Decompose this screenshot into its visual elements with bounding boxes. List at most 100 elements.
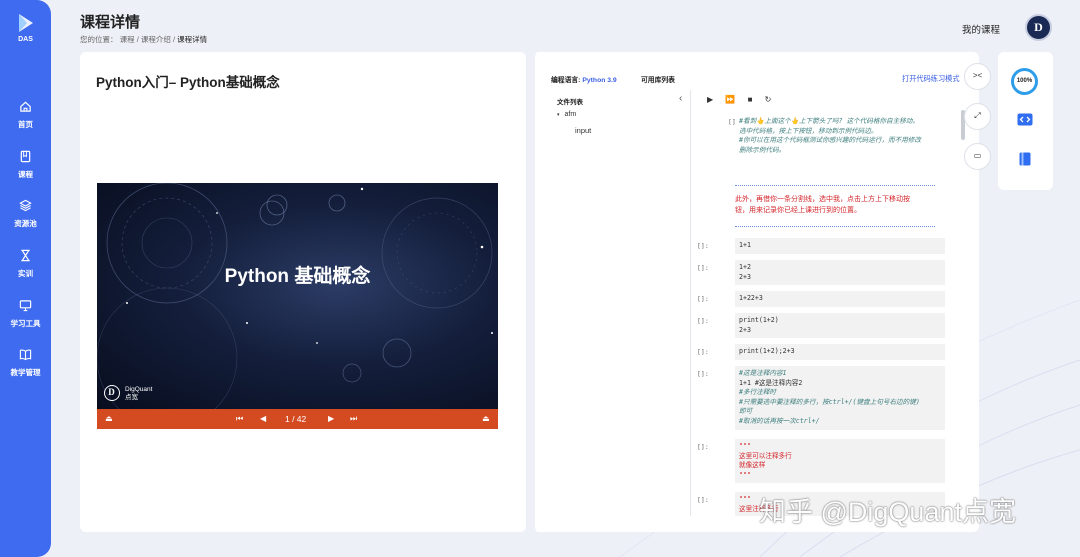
file-item-input[interactable]: input: [575, 126, 591, 135]
sidebar-item-tools[interactable]: 学习工具: [0, 299, 51, 329]
slide-background-art: [97, 183, 493, 409]
cell-prompt: []:: [697, 295, 709, 303]
slides-icon: ▭: [973, 151, 982, 160]
file-item-afm[interactable]: ▾ afm: [557, 111, 576, 118]
sidebar-item-home[interactable]: 首页: [0, 100, 51, 130]
progress-ring: 100%: [1011, 68, 1038, 95]
notebook-panel: 编程语言: Python 3.9 可用库列表 打开代码练习模式 文件列表 ‹ ▾…: [532, 52, 979, 532]
page-title: 课程详情: [80, 14, 141, 31]
divider-line: [735, 226, 935, 227]
lesson-panel: Python入门– Python基础概念 Python 基础概念 D DigQu…: [80, 52, 526, 532]
page-indicator: 1 / 42: [285, 414, 307, 424]
sidebar-item-resources[interactable]: 资源池: [0, 199, 51, 229]
brand-text: DigQuant 点宽: [125, 386, 152, 402]
code-cell[interactable]: print(1+2);2+3: [735, 344, 945, 360]
code-cell[interactable]: #这是注释内容1 1+1 #这是注释内容2 #多行注释时 #只需要选中要注释的多…: [735, 366, 945, 430]
sidebar-item-label: 学习工具: [10, 319, 41, 328]
prev-page-icon[interactable]: ◀: [260, 414, 266, 423]
last-page-icon[interactable]: ⏭: [350, 414, 357, 424]
cell-prompt: []:: [697, 317, 709, 325]
cell-prompt: []:: [697, 348, 709, 356]
sidebar-item-course[interactable]: 课程: [0, 150, 51, 180]
code-cell[interactable]: 1+22+3: [735, 291, 945, 307]
breadcrumb-item-intro[interactable]: 课程介绍: [141, 35, 171, 44]
layers-icon: [19, 199, 32, 212]
download-icon[interactable]: ⏏: [105, 414, 113, 423]
slide-toggle-button[interactable]: ▭: [964, 143, 991, 170]
watermark-text: 知乎 @DigQuant点宽: [759, 497, 1016, 527]
collapse-arrows-icon: ><: [972, 71, 983, 80]
sidebar-item-label: 教学管理: [10, 368, 41, 377]
sidebar-item-label: 资源池: [14, 219, 37, 228]
progress-text: 100%: [1016, 78, 1033, 84]
notebook-icon[interactable]: [1019, 152, 1031, 166]
open-book-icon: [19, 349, 32, 361]
home-icon: [20, 101, 31, 112]
lang-value: Python 3.9: [582, 77, 617, 84]
markdown-cell[interactable]: 此外，再借你一条分割线，选中我，点击上方上下移动按 钮，用来记录你已经上课进行到…: [735, 194, 945, 216]
sidebar-item-label: 实训: [18, 269, 33, 278]
open-practice-mode-link[interactable]: 打开代码练习模式: [902, 74, 960, 84]
code-cell[interactable]: 1+22+3: [735, 260, 945, 286]
sidebar: DAS 首页 课程 资源池 实训 学习工具 教学管理: [0, 0, 51, 557]
brand-logo-icon: D: [104, 385, 120, 401]
file-list-title: 文件列表: [557, 99, 583, 106]
code-cell[interactable]: """ 这里可以注释多行 就像这样 """: [735, 439, 945, 484]
file-list-panel: 文件列表 ‹ ▾ afm input: [551, 90, 691, 516]
run-all-icon[interactable]: ⏩: [725, 95, 735, 104]
avatar[interactable]: D: [1025, 14, 1052, 41]
breadcrumb-separator: /: [172, 35, 176, 44]
slide-viewer[interactable]: Python 基础概念 D DigQuant 点宽: [97, 183, 498, 409]
run-icon[interactable]: ▶: [707, 95, 713, 104]
cell-prompt: []:: [697, 443, 709, 451]
code-cell[interactable]: 1+1: [735, 238, 945, 254]
code-icon[interactable]: [1017, 113, 1033, 126]
next-page-icon[interactable]: ▶: [328, 414, 334, 423]
sidebar-item-label: 课程: [18, 170, 33, 179]
expand-icon: ⤢: [974, 111, 981, 120]
fullscreen-icon[interactable]: ⏏: [482, 414, 490, 423]
play-logo-icon: [18, 14, 33, 32]
cell-prompt: []:: [697, 242, 709, 250]
breadcrumb: 您的位置： 课程 / 课程介绍 / 课程详情: [80, 34, 207, 45]
tab-language[interactable]: 编程语言: Python 3.9: [551, 77, 617, 84]
tools-panel: 100%: [998, 52, 1053, 190]
stop-icon[interactable]: ■: [748, 95, 753, 104]
slide-controls: ⏏ ⏮ ◀ 1 / 42 ▶ ⏭ ⏏: [97, 409, 498, 429]
collapse-panel-button[interactable]: ><: [964, 63, 991, 90]
code-cell[interactable]: print(1+2) 2+3: [735, 313, 945, 339]
logo-text: DAS: [18, 36, 33, 43]
cell-prompt: []:: [697, 370, 709, 378]
chevron-down-icon: ▾: [557, 112, 560, 118]
cell-prompt: []:: [697, 264, 709, 272]
first-page-icon[interactable]: ⏮: [236, 414, 243, 424]
notebook-cells: []: #看到👆上面这个👆上下箭头了吗? 这个代码格你自主移动。 选中代码格，按…: [697, 110, 962, 516]
restart-icon[interactable]: ↻: [765, 95, 772, 104]
code-cell[interactable]: #看到👆上面这个👆上下箭头了吗? 这个代码格你自主移动。 选中代码格，按上下按钮…: [735, 114, 945, 159]
chevron-left-icon[interactable]: ‹: [679, 93, 682, 104]
sidebar-item-training[interactable]: 实训: [0, 249, 51, 279]
breadcrumb-item-current: 课程详情: [177, 35, 208, 44]
breadcrumb-item-course[interactable]: 课程: [120, 35, 135, 44]
divider-line: [735, 185, 935, 186]
sidebar-item-teaching[interactable]: 教学管理: [0, 348, 51, 378]
my-course-link[interactable]: 我的课程: [962, 22, 1000, 36]
brand-cn: 点宽: [125, 394, 138, 401]
avatar-letter: D: [1034, 20, 1043, 34]
cell-prompt: []:: [697, 496, 709, 504]
hourglass-icon: [21, 249, 30, 262]
brand-letter: D: [108, 387, 115, 397]
brand-name: DigQuant: [125, 386, 153, 393]
notebook-toolbar: ▶ ⏩ ■ ↻: [707, 95, 781, 104]
lesson-title: Python入门– Python基础概念: [96, 75, 280, 90]
app-logo[interactable]: DAS: [0, 12, 51, 43]
sidebar-item-label: 首页: [18, 120, 33, 129]
lang-label: 编程语言:: [551, 77, 581, 84]
expand-button[interactable]: ⤢: [964, 103, 991, 130]
breadcrumb-prefix: 您的位置：: [80, 35, 118, 44]
breadcrumb-separator: /: [136, 35, 139, 44]
tab-libraries[interactable]: 可用库列表: [641, 74, 675, 84]
monitor-icon: [19, 300, 32, 312]
book-icon: [20, 150, 31, 163]
slide-title: Python 基础概念: [224, 266, 371, 287]
